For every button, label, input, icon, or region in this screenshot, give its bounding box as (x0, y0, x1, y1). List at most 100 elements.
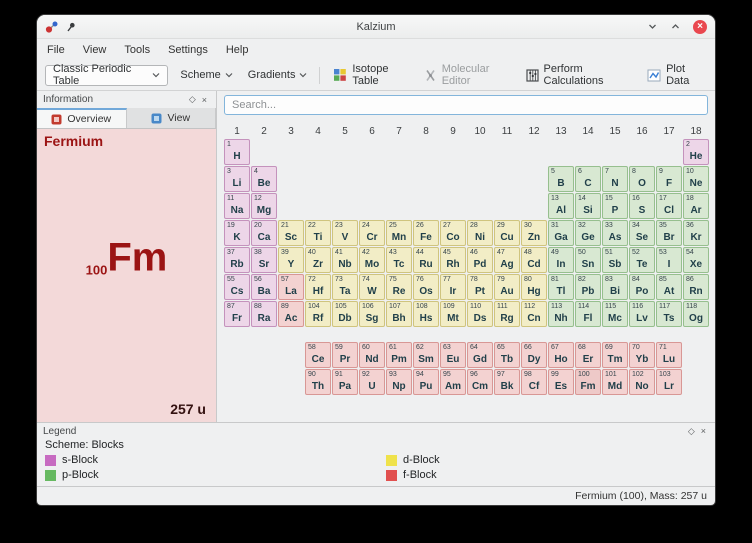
menu-tools[interactable]: Tools (124, 44, 150, 56)
element-Np[interactable]: 93Np (386, 369, 412, 395)
element-Hg[interactable]: 80Hg (521, 274, 547, 300)
element-Ba[interactable]: 56Ba (251, 274, 277, 300)
element-Db[interactable]: 105Db (332, 301, 358, 327)
element-Sc[interactable]: 21Sc (278, 220, 304, 246)
plot-data-button[interactable]: Plot Data (643, 61, 707, 89)
element-Am[interactable]: 95Am (440, 369, 466, 395)
element-Rb[interactable]: 37Rb (224, 247, 250, 273)
element-Ds[interactable]: 110Ds (467, 301, 493, 327)
element-Ni[interactable]: 28Ni (467, 220, 493, 246)
element-Mg[interactable]: 12Mg (251, 193, 277, 219)
element-S[interactable]: 16S (629, 193, 655, 219)
element-He[interactable]: 2He (683, 139, 709, 165)
float-panel-icon[interactable]: ◇ (186, 94, 199, 105)
element-Ce[interactable]: 58Ce (305, 342, 331, 368)
element-V[interactable]: 23V (332, 220, 358, 246)
element-Li[interactable]: 3Li (224, 166, 250, 192)
element-U[interactable]: 92U (359, 369, 385, 395)
element-Cl[interactable]: 17Cl (656, 193, 682, 219)
menu-help[interactable]: Help (226, 44, 249, 56)
element-F[interactable]: 9F (656, 166, 682, 192)
element-Ts[interactable]: 117Ts (656, 301, 682, 327)
element-La[interactable]: 57La (278, 274, 304, 300)
close-panel-icon[interactable]: × (199, 95, 210, 105)
element-Tc[interactable]: 43Tc (386, 247, 412, 273)
element-Cf[interactable]: 98Cf (521, 369, 547, 395)
element-Sb[interactable]: 51Sb (602, 247, 628, 273)
perform-calculations-button[interactable]: Perform Calculations (522, 61, 635, 89)
element-Ar[interactable]: 18Ar (683, 193, 709, 219)
pin-icon[interactable] (65, 21, 77, 33)
element-Hs[interactable]: 108Hs (413, 301, 439, 327)
element-C[interactable]: 6C (575, 166, 601, 192)
element-Mt[interactable]: 109Mt (440, 301, 466, 327)
element-Pd[interactable]: 46Pd (467, 247, 493, 273)
element-Lv[interactable]: 116Lv (629, 301, 655, 327)
element-Os[interactable]: 76Os (413, 274, 439, 300)
tab-view[interactable]: View (127, 108, 217, 128)
element-Ag[interactable]: 47Ag (494, 247, 520, 273)
element-Ge[interactable]: 32Ge (575, 220, 601, 246)
element-Co[interactable]: 27Co (440, 220, 466, 246)
element-Zr[interactable]: 40Zr (305, 247, 331, 273)
element-No[interactable]: 102No (629, 369, 655, 395)
element-Cn[interactable]: 112Cn (521, 301, 547, 327)
element-Sn[interactable]: 50Sn (575, 247, 601, 273)
element-Hf[interactable]: 72Hf (305, 274, 331, 300)
element-B[interactable]: 5B (548, 166, 574, 192)
element-Kr[interactable]: 36Kr (683, 220, 709, 246)
element-Sr[interactable]: 38Sr (251, 247, 277, 273)
element-N[interactable]: 7N (602, 166, 628, 192)
element-Pa[interactable]: 91Pa (332, 369, 358, 395)
isotope-table-button[interactable]: Isotope Table (329, 61, 410, 89)
element-Lu[interactable]: 71Lu (656, 342, 682, 368)
element-Ta[interactable]: 73Ta (332, 274, 358, 300)
element-Fr[interactable]: 87Fr (224, 301, 250, 327)
minimize-icon[interactable] (647, 21, 658, 32)
element-Cm[interactable]: 96Cm (467, 369, 493, 395)
element-P[interactable]: 15P (602, 193, 628, 219)
element-Bk[interactable]: 97Bk (494, 369, 520, 395)
element-As[interactable]: 33As (602, 220, 628, 246)
element-Nd[interactable]: 60Nd (359, 342, 385, 368)
tab-overview[interactable]: Overview (37, 108, 127, 128)
element-Es[interactable]: 99Es (548, 369, 574, 395)
element-Fl[interactable]: 114Fl (575, 301, 601, 327)
element-Cs[interactable]: 55Cs (224, 274, 250, 300)
element-Bi[interactable]: 83Bi (602, 274, 628, 300)
element-Ne[interactable]: 10Ne (683, 166, 709, 192)
element-O[interactable]: 8O (629, 166, 655, 192)
element-Pm[interactable]: 61Pm (386, 342, 412, 368)
element-Nh[interactable]: 113Nh (548, 301, 574, 327)
element-In[interactable]: 49In (548, 247, 574, 273)
element-Er[interactable]: 68Er (575, 342, 601, 368)
element-H[interactable]: 1H (224, 139, 250, 165)
element-Fe[interactable]: 26Fe (413, 220, 439, 246)
element-Cu[interactable]: 29Cu (494, 220, 520, 246)
table-type-select[interactable]: Classic Periodic Table (45, 65, 168, 86)
gradients-dropdown[interactable]: Gradients (245, 67, 311, 83)
element-Rh[interactable]: 45Rh (440, 247, 466, 273)
element-Fm[interactable]: 100Fm (575, 369, 601, 395)
element-Mn[interactable]: 25Mn (386, 220, 412, 246)
element-Eu[interactable]: 63Eu (440, 342, 466, 368)
close-panel-icon[interactable]: × (698, 426, 709, 436)
element-Mo[interactable]: 42Mo (359, 247, 385, 273)
element-Ac[interactable]: 89Ac (278, 301, 304, 327)
element-Na[interactable]: 11Na (224, 193, 250, 219)
element-Mc[interactable]: 115Mc (602, 301, 628, 327)
close-icon[interactable]: × (693, 20, 707, 34)
element-Lr[interactable]: 103Lr (656, 369, 682, 395)
element-At[interactable]: 85At (656, 274, 682, 300)
element-Y[interactable]: 39Y (278, 247, 304, 273)
element-Cr[interactable]: 24Cr (359, 220, 385, 246)
element-Ti[interactable]: 22Ti (305, 220, 331, 246)
element-Pr[interactable]: 59Pr (332, 342, 358, 368)
element-Nb[interactable]: 41Nb (332, 247, 358, 273)
element-Pt[interactable]: 78Pt (467, 274, 493, 300)
element-W[interactable]: 74W (359, 274, 385, 300)
element-Zn[interactable]: 30Zn (521, 220, 547, 246)
element-Tb[interactable]: 65Tb (494, 342, 520, 368)
scheme-dropdown[interactable]: Scheme (177, 67, 235, 83)
element-Og[interactable]: 118Og (683, 301, 709, 327)
